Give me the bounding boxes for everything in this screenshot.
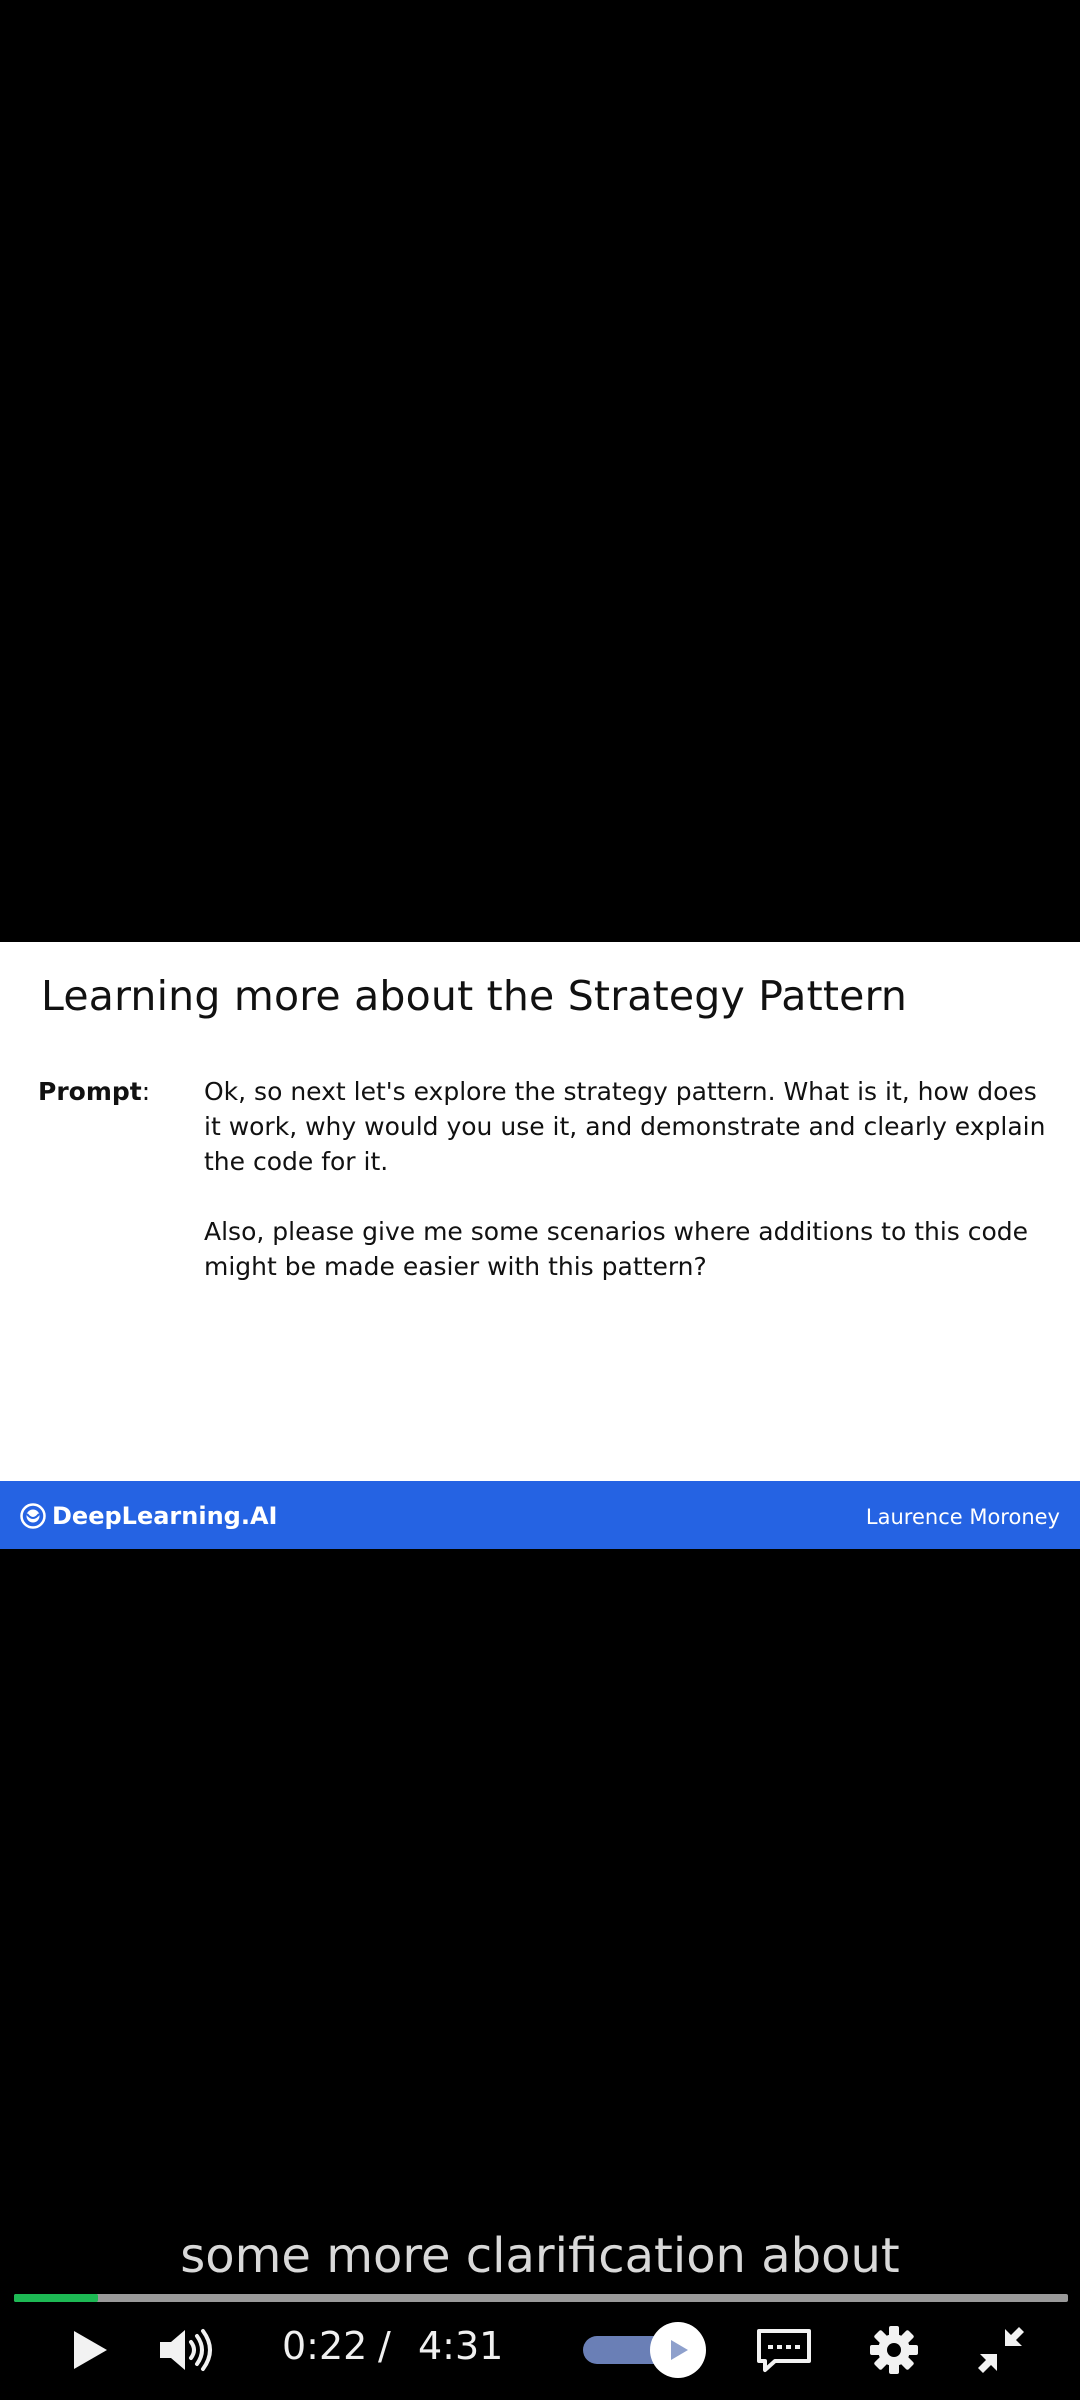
deeplearning-logo-icon	[20, 1503, 46, 1529]
prompt-paragraph-2: Also, please give me some scenarios wher…	[204, 1217, 1029, 1281]
slide-footer: DeepLearning.AI Laurence Moroney	[0, 1481, 1080, 1549]
brand-name: DeepLearning.AI	[52, 1502, 278, 1530]
play-icon	[74, 2331, 107, 2369]
prompt-body: Ok, so next let's explore the strategy p…	[204, 1074, 1054, 1319]
prompt-colon: :	[141, 1077, 151, 1106]
caption-text: some more clarification about	[180, 2228, 900, 2284]
video-player[interactable]: Learning more about the Strategy Pattern…	[0, 0, 1080, 2400]
exit-fullscreen-button[interactable]	[970, 2310, 1032, 2390]
captions-button[interactable]	[752, 2310, 816, 2390]
play-button[interactable]	[60, 2310, 120, 2390]
playback-toggle-icon	[671, 2340, 688, 2360]
slide: Learning more about the Strategy Pattern…	[0, 942, 1080, 1549]
progress-bar[interactable]	[14, 2294, 1068, 2302]
prompt-label-text: Prompt	[38, 1077, 142, 1106]
exit-fullscreen-icon	[978, 2327, 1024, 2373]
gear-icon	[870, 2326, 918, 2374]
captions-icon	[757, 2329, 811, 2372]
control-bar: 0:22 / 4:31	[0, 2310, 1080, 2390]
presenter-name: Laurence Moroney	[865, 1505, 1060, 1529]
settings-button[interactable]	[864, 2310, 924, 2390]
prompt-paragraph-1: Ok, so next let's explore the strategy p…	[204, 1077, 1046, 1176]
volume-button[interactable]	[155, 2310, 217, 2390]
prompt-label: Prompt:	[38, 1077, 150, 1106]
slide-title: Learning more about the Strategy Pattern	[41, 972, 908, 1020]
duration: 4:31	[418, 2324, 504, 2368]
playback-toggle-knob[interactable]	[650, 2322, 706, 2378]
progress-fill	[14, 2294, 99, 2302]
volume-icon	[160, 2329, 212, 2371]
current-time: 0:22	[282, 2324, 368, 2368]
brand: DeepLearning.AI	[20, 1501, 277, 1531]
time-separator: /	[378, 2324, 391, 2368]
